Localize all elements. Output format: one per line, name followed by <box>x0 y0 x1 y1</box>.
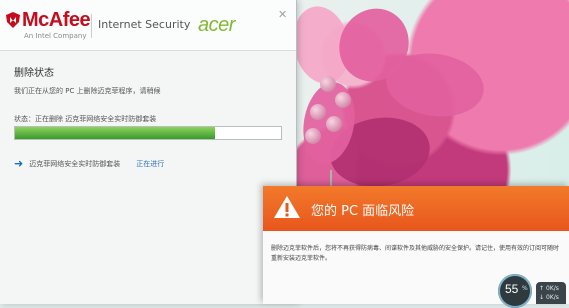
progress-fill <box>15 127 215 139</box>
network-speed-widget[interactable]: ↑ 0K/s ↓ 0K/s <box>536 282 566 304</box>
removal-description: 我们正在从您的 PC 上删除迈克菲程序，请稍候 <box>14 87 161 95</box>
brand-subtitle: An Intel Company <box>24 32 87 40</box>
product-name: Internet Security <box>98 18 191 31</box>
gauge-unit: % <box>522 285 528 292</box>
close-icon[interactable]: ✕ <box>278 8 287 21</box>
upload-speed: 0K/s <box>546 285 559 292</box>
flower-stamen <box>326 116 342 132</box>
removal-progress-bar <box>14 126 282 140</box>
alert-message: 删除迈克菲软件后，您将不再获得防病毒、间谍软件及其他威胁的安全保护。请记住，使用… <box>271 245 560 262</box>
uninstaller-window: McAfee An Intel Company Internet Securit… <box>0 0 297 304</box>
section-title: 删除状态 <box>14 68 54 79</box>
flower-stamen <box>305 128 321 144</box>
system-gauge-widget[interactable]: 55 % <box>498 274 532 308</box>
download-arrow-icon: ↓ <box>539 294 545 301</box>
title-divider <box>91 14 92 38</box>
removal-status: 状态：正在删除 迈克菲网络安全实时防御套装 <box>14 115 157 123</box>
alert-header: 您的 PC 面临风险 <box>263 186 569 231</box>
gauge-value: 55 <box>505 282 519 296</box>
upload-arrow-icon: ↑ <box>539 285 545 292</box>
removal-step: ➜ 迈克菲网络安全实时防御套装 正在进行 <box>14 158 164 169</box>
step-status: 正在进行 <box>136 159 165 168</box>
flower-stamen <box>310 104 326 120</box>
mcafee-shield-icon <box>6 12 20 28</box>
flower-stamen <box>335 92 351 108</box>
partner-logo: acer <box>198 14 235 36</box>
arrow-right-icon: ➜ <box>14 157 24 170</box>
flower-stamen <box>320 76 336 92</box>
download-speed: 0K/s <box>546 294 559 301</box>
warning-icon <box>274 196 300 218</box>
brand-name: McAfee <box>22 9 91 31</box>
alert-title: 您的 PC 面临风险 <box>311 204 415 219</box>
window-titlebar: McAfee An Intel Company Internet Securit… <box>0 0 296 51</box>
step-label: 迈克菲网络安全实时防御套装 <box>29 159 121 168</box>
